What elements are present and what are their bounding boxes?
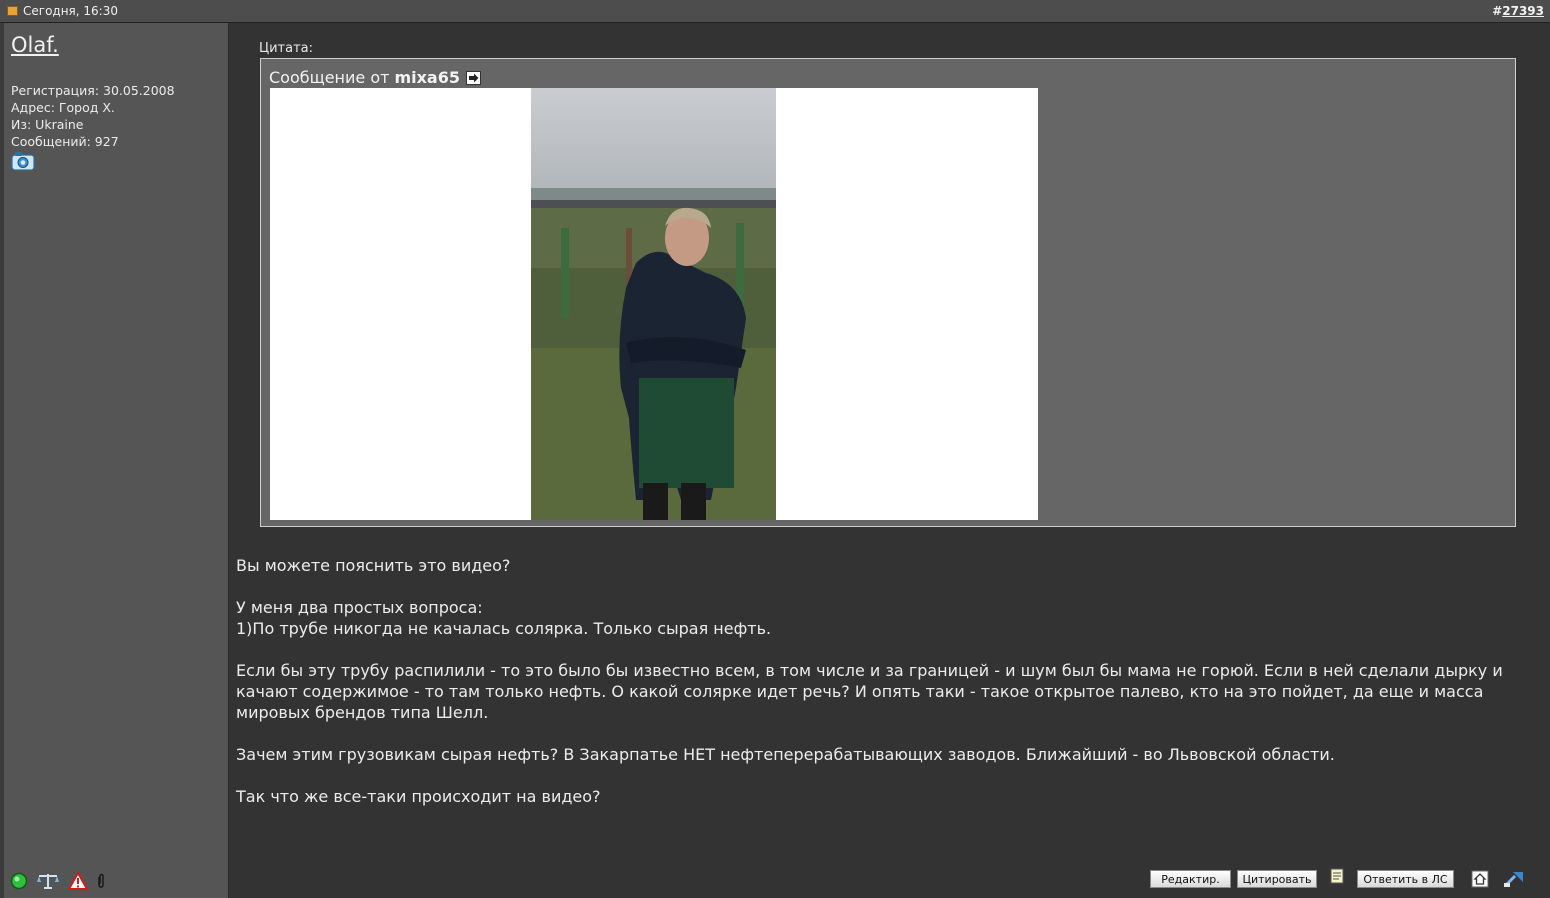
quote-button[interactable]: Цитировать <box>1237 870 1317 888</box>
user-info: Регистрация: 30.05.2008 Адрес: Город Х. … <box>11 82 175 150</box>
quote-header: Сообщение от mixa65 <box>269 68 481 87</box>
quote-block: Сообщение от mixa65 <box>260 58 1516 527</box>
quote-label: Цитата: <box>259 41 313 56</box>
post-number: #27393 <box>1492 4 1544 18</box>
online-icon <box>10 872 28 890</box>
post-paragraph: Вы можете пояснить это видео? <box>236 556 511 575</box>
quote-author: mixa65 <box>394 68 460 87</box>
user-address: Адрес: Город Х. <box>11 100 115 115</box>
post-paragraph: Если бы эту трубу распилили - то это был… <box>236 661 1503 722</box>
post-header-bar: Сегодня, 16:30 #27393 <box>0 0 1550 23</box>
user-status-icons <box>10 872 106 890</box>
video-thumbnail[interactable] <box>531 88 776 520</box>
share-icon[interactable] <box>1503 870 1525 888</box>
post-paragraph: Зачем этим грузовикам сырая нефть? В Зак… <box>236 745 1335 764</box>
multiquote-icon[interactable] <box>1329 868 1347 886</box>
post-paragraph: Так что же все-таки происходит на видео? <box>236 787 601 806</box>
post-number-link[interactable]: 27393 <box>1502 4 1544 18</box>
post-content: Цитата: Сообщение от mixa65 Вы можете по… <box>229 23 1550 898</box>
post-date: Сегодня, 16:30 <box>7 4 118 18</box>
post-icon <box>7 6 18 16</box>
user-registration: Регистрация: 30.05.2008 <box>11 83 175 98</box>
home-icon[interactable] <box>1471 870 1489 888</box>
arrow-right-icon[interactable] <box>465 70 481 85</box>
user-from: Из: Ukraine <box>11 117 84 132</box>
username-link[interactable]: Olaf. <box>11 33 59 57</box>
warning-icon[interactable] <box>68 872 88 890</box>
scales-icon[interactable] <box>36 872 60 890</box>
edit-button[interactable]: Редактир. <box>1150 870 1231 888</box>
reply-pm-button[interactable]: Ответить в ЛС <box>1357 870 1454 888</box>
paperclip-icon <box>98 873 104 888</box>
quote-prefix: Сообщение от <box>269 68 390 87</box>
post-paragraph: У меня два простых вопроса: 1)По трубе н… <box>236 598 772 638</box>
post-date-text: Сегодня, 16:30 <box>23 4 118 18</box>
post-body: Вы можете пояснить это видео? У меня два… <box>236 555 1546 828</box>
post-actions: Редактир. Цитировать Ответить в ЛС <box>1150 868 1550 890</box>
user-posts: Сообщений: 927 <box>11 134 119 149</box>
post-hash: # <box>1492 4 1503 18</box>
user-sidebar: Olaf. Регистрация: 30.05.2008 Адрес: Гор… <box>4 23 229 898</box>
camera-icon[interactable] <box>11 151 35 171</box>
embedded-video[interactable] <box>270 88 1038 520</box>
